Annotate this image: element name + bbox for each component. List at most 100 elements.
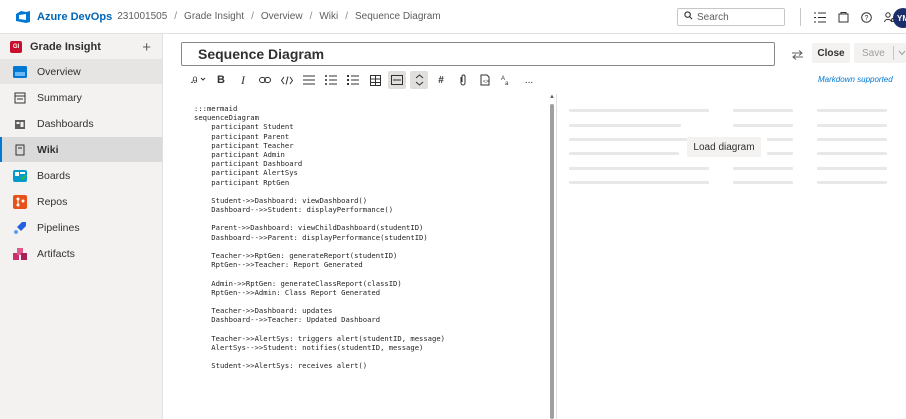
skeleton-line xyxy=(569,109,709,112)
azure-devops-logo-icon[interactable] xyxy=(15,10,31,24)
project-name[interactable]: Grade Insight xyxy=(30,41,142,53)
org-name[interactable]: 231001505 xyxy=(117,11,167,22)
code-line[interactable]: Dashboard-->>Teacher: Updated Dashboard xyxy=(194,315,445,324)
code-line[interactable]: participant Dashboard xyxy=(194,159,445,168)
code-line[interactable]: RptGen-->>Admin: Class Report Generated xyxy=(194,288,445,297)
page-title-input[interactable] xyxy=(198,46,758,62)
sidebar-item-boards[interactable]: Boards xyxy=(0,163,162,188)
code-line[interactable]: participant Student xyxy=(194,122,445,131)
sidebar-item-label: Artifacts xyxy=(37,247,75,260)
editor-content[interactable]: :::mermaid sequenceDiagram participant St… xyxy=(194,104,445,370)
link-icon[interactable] xyxy=(256,71,274,89)
top-icons: ? xyxy=(812,9,904,25)
load-diagram-button[interactable]: Load diagram xyxy=(687,137,761,157)
format-icon[interactable]: Aa xyxy=(498,71,516,89)
help-icon[interactable]: ? xyxy=(858,9,874,25)
project-header[interactable]: GI Grade Insight + xyxy=(0,35,162,59)
shopping-bag-icon[interactable] xyxy=(835,9,851,25)
code-line[interactable] xyxy=(194,214,445,223)
attach-icon[interactable] xyxy=(454,71,472,89)
skeleton-line xyxy=(767,152,793,155)
task-list-icon[interactable] xyxy=(344,71,362,89)
code-line[interactable]: Parent->>Dashboard: viewChildDashboard(s… xyxy=(194,223,445,232)
code-line[interactable]: RptGen-->>Teacher: Report Generated xyxy=(194,260,445,269)
list-settings-icon[interactable] xyxy=(812,9,828,25)
code-line[interactable]: Dashboard-->>Student: displayPerformance… xyxy=(194,205,445,214)
markdown-supported-link[interactable]: Markdown supported xyxy=(818,75,893,84)
code-line[interactable]: Admin->>RptGen: generateClassReport(clas… xyxy=(194,279,445,288)
code-line[interactable]: sequenceDiagram xyxy=(194,113,445,122)
sidebar-item-label: Dashboards xyxy=(37,117,94,130)
close-button[interactable]: Close xyxy=(812,43,850,63)
code-line[interactable]: participant RptGen xyxy=(194,178,445,187)
save-button-label: Save xyxy=(862,47,885,59)
code-line[interactable]: Student->>AlertSys: receives alert() xyxy=(194,361,445,370)
code-line[interactable] xyxy=(194,325,445,334)
save-button[interactable]: Save xyxy=(854,43,906,63)
code-line[interactable] xyxy=(194,242,445,251)
sidebar-item-label: Boards xyxy=(37,169,71,182)
swap-layout-icon[interactable] xyxy=(790,48,804,62)
editor-toolbar: Ꭿ B I # <> Aa ... xyxy=(190,71,542,89)
breadcrumb-wiki[interactable]: Wiki xyxy=(319,11,338,22)
image-icon[interactable] xyxy=(388,71,406,89)
heading-icon[interactable]: Ꭿ xyxy=(190,71,208,89)
scroll-up-icon[interactable]: ▲ xyxy=(549,94,555,100)
brand-name[interactable]: Azure DevOps xyxy=(37,11,112,23)
code-line[interactable]: Teacher->>RptGen: generateReport(student… xyxy=(194,251,445,260)
sidebar-item-label: Overview xyxy=(37,65,81,78)
code-line[interactable]: Teacher->>Dashboard: updates xyxy=(194,306,445,315)
code-line[interactable] xyxy=(194,187,445,196)
sidebar: GI Grade Insight + Overview Summary Dash… xyxy=(0,34,163,419)
mermaid-icon[interactable] xyxy=(410,71,428,89)
italic-icon[interactable]: I xyxy=(234,71,252,89)
editor-scrollbar-thumb[interactable] xyxy=(550,104,554,419)
chevron-down-icon[interactable] xyxy=(892,46,906,60)
sidebar-item-wiki[interactable]: Wiki xyxy=(0,137,162,162)
hash-icon[interactable]: # xyxy=(432,71,450,89)
sidebar-item-artifacts[interactable]: Artifacts xyxy=(0,241,162,266)
code-line[interactable]: participant Admin xyxy=(194,150,445,159)
code-line[interactable]: participant Teacher xyxy=(194,141,445,150)
code-icon[interactable] xyxy=(278,71,296,89)
table-icon[interactable] xyxy=(366,71,384,89)
code-line[interactable]: Teacher->>AlertSys: triggers alert(stude… xyxy=(194,334,445,343)
svg-text:<>: <> xyxy=(483,79,489,85)
breadcrumb-project[interactable]: Grade Insight xyxy=(184,11,244,22)
sidebar-item-label: Pipelines xyxy=(37,221,80,234)
code-line[interactable] xyxy=(194,352,445,361)
skeleton-line xyxy=(569,167,709,170)
code-line[interactable] xyxy=(194,297,445,306)
repos-icon xyxy=(13,194,27,209)
sidebar-item-dashboards[interactable]: Dashboards xyxy=(0,111,162,136)
code-line[interactable] xyxy=(194,269,445,278)
code-line[interactable]: participant Parent xyxy=(194,132,445,141)
bullet-list-icon[interactable] xyxy=(300,71,318,89)
code-line[interactable]: Dashboard-->>Parent: displayPerformance(… xyxy=(194,233,445,242)
sidebar-item-repos[interactable]: Repos xyxy=(0,189,162,214)
artifacts-icon xyxy=(13,247,27,261)
search-input[interactable] xyxy=(697,11,783,23)
sidebar-item-pipelines[interactable]: Pipelines xyxy=(0,215,162,240)
code-line[interactable]: Student->>Dashboard: viewDashboard() xyxy=(194,196,445,205)
editor-scrollbar[interactable]: ▲ xyxy=(549,94,555,419)
svg-text:Ꭿ: Ꭿ xyxy=(191,75,198,85)
add-icon[interactable]: + xyxy=(142,39,151,56)
breadcrumb-page[interactable]: Sequence Diagram xyxy=(355,11,441,22)
code-block-icon[interactable]: <> xyxy=(476,71,494,89)
more-icon[interactable]: ... xyxy=(520,71,538,89)
breadcrumb-overview[interactable]: Overview xyxy=(261,11,303,22)
sidebar-item-summary[interactable]: Summary xyxy=(0,85,162,110)
markdown-editor[interactable]: :::mermaid sequenceDiagram participant St… xyxy=(190,94,556,419)
code-line[interactable]: :::mermaid xyxy=(194,104,445,113)
skeleton-line xyxy=(817,138,887,141)
code-line[interactable]: participant AlertSys xyxy=(194,168,445,177)
code-line[interactable]: AlertSys-->>Student: notifies(studentID,… xyxy=(194,343,445,352)
numbered-list-icon[interactable] xyxy=(322,71,340,89)
bold-icon[interactable]: B xyxy=(212,71,230,89)
search-box[interactable] xyxy=(677,8,785,26)
page-title-field[interactable] xyxy=(181,42,775,66)
sidebar-item-overview[interactable]: Overview xyxy=(0,59,162,84)
skeleton-line xyxy=(817,109,887,112)
avatar[interactable]: YM xyxy=(893,8,906,28)
